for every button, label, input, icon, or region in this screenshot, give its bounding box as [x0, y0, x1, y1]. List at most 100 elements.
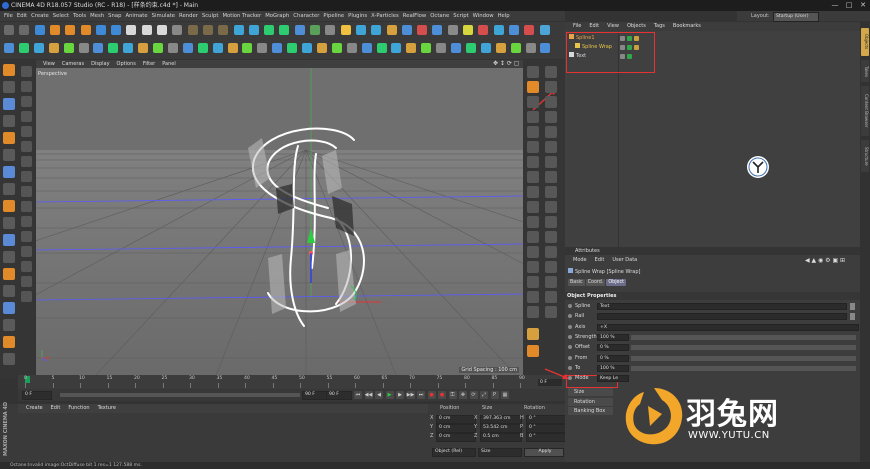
- timeline-ruler[interactable]: 0 F 0 5 10 15 20 25 30 35 40 45 50 55 60 65 70 75 80 85 90: [18, 375, 565, 389]
- deformer-a-icon-11[interactable]: [527, 231, 539, 243]
- coord-pos-y[interactable]: 0 cm: [436, 424, 476, 433]
- effector-f-icon[interactable]: [212, 43, 223, 53]
- deformer-b-icon-0[interactable]: [545, 66, 557, 78]
- nurbs-icon[interactable]: [264, 25, 275, 35]
- array-icon[interactable]: [279, 25, 290, 35]
- plugin-i-icon[interactable]: [524, 25, 535, 35]
- key-icon[interactable]: ⚿: [448, 391, 457, 399]
- menu-script[interactable]: Script: [453, 11, 468, 21]
- deformer-b-icon-7[interactable]: [545, 171, 557, 183]
- coord-pos-x[interactable]: 0 cm: [436, 415, 476, 424]
- deformer-a-icon-8[interactable]: [527, 186, 539, 198]
- tag-g-icon[interactable]: [316, 43, 327, 53]
- weld-tool-icon[interactable]: [21, 216, 32, 227]
- object-row-spline1[interactable]: Spline1: [569, 34, 595, 42]
- next-key-icon[interactable]: ▶▶: [406, 391, 415, 399]
- record-icon[interactable]: ●: [427, 391, 436, 399]
- add-tool-icon[interactable]: [111, 25, 122, 35]
- keyframe-dot-icon[interactable]: [568, 355, 572, 360]
- attributes-menu-user-data[interactable]: User Data: [612, 257, 637, 263]
- extrude-tool-icon[interactable]: [21, 186, 32, 197]
- scale-tool-icon[interactable]: [21, 111, 32, 122]
- menu-file[interactable]: File: [4, 11, 13, 21]
- polygons-mode-icon[interactable]: [3, 149, 15, 161]
- edit-icon[interactable]: [18, 43, 29, 53]
- render-material-icon[interactable]: [527, 328, 539, 340]
- attributes-menu-mode[interactable]: Mode: [573, 257, 587, 263]
- scale-key-icon[interactable]: ⤢: [480, 391, 488, 399]
- deformer-a-icon-7[interactable]: [527, 171, 539, 183]
- deformer-b-icon-12[interactable]: [545, 246, 557, 258]
- deformer-b-icon-2[interactable]: [545, 96, 557, 108]
- spline-mode-icon[interactable]: [3, 285, 15, 297]
- mograph-c-icon[interactable]: [93, 43, 104, 53]
- frame-range-slider[interactable]: [60, 393, 300, 397]
- deformer-a-icon-9[interactable]: [527, 201, 539, 213]
- tag-i-icon[interactable]: [346, 43, 357, 53]
- grid-icon[interactable]: [3, 353, 15, 365]
- tag-h-icon[interactable]: [331, 43, 342, 53]
- deformer-a-icon-3[interactable]: [527, 111, 539, 123]
- axis-mode-icon[interactable]: [3, 166, 15, 178]
- keyframe-dot-icon[interactable]: [568, 365, 572, 370]
- z-axis-icon[interactable]: [157, 25, 167, 35]
- enable-snap-icon[interactable]: [3, 200, 15, 212]
- deformer-icon[interactable]: [294, 25, 305, 35]
- first-frame-icon[interactable]: ⏮: [354, 391, 362, 399]
- octane-live-icon[interactable]: [527, 345, 539, 357]
- scale-icon[interactable]: [65, 25, 76, 35]
- attributes-nav-icons[interactable]: ◀ ▲ ◉ ⚙ ▣ ⊞: [805, 257, 857, 265]
- prev-frame-icon[interactable]: ◀: [375, 391, 383, 399]
- keyframe-dot-icon[interactable]: [568, 376, 572, 381]
- scene-icon[interactable]: [310, 25, 320, 35]
- deformer-a-icon-5[interactable]: [527, 141, 539, 153]
- deformer-a-icon-14[interactable]: [527, 276, 539, 288]
- deformer-b-icon-3[interactable]: [545, 111, 557, 123]
- deformer-b-icon-15[interactable]: [545, 291, 557, 303]
- param-key-icon[interactable]: P: [490, 391, 499, 399]
- x-axis-icon[interactable]: [126, 25, 137, 35]
- object-menu-objects[interactable]: Objects: [627, 23, 646, 29]
- object-menu-edit[interactable]: Edit: [589, 23, 599, 29]
- effector-c-icon[interactable]: [167, 43, 178, 53]
- side-tab-takes[interactable]: Takes: [861, 60, 869, 82]
- section-size[interactable]: Size: [568, 388, 613, 396]
- menu-realflow[interactable]: RealFlow: [403, 11, 427, 21]
- object-row-spline-wrap[interactable]: Spline Wrap: [575, 43, 612, 51]
- deformer-a-icon-12[interactable]: [527, 246, 539, 258]
- y-axis-icon[interactable]: [141, 25, 152, 35]
- viewport-menu-panel[interactable]: Panel: [162, 61, 176, 67]
- prop-slider-offset[interactable]: [631, 345, 856, 351]
- bridge-tool-icon[interactable]: [21, 201, 32, 212]
- plugin-e-icon[interactable]: [447, 25, 458, 35]
- workplane-lock-icon[interactable]: [3, 234, 15, 246]
- deformer-b-icon-13[interactable]: [545, 261, 557, 273]
- coord-size-x[interactable]: 397.363 cm: [480, 415, 522, 424]
- tag-u-icon[interactable]: [525, 43, 536, 53]
- psr-icon[interactable]: [478, 25, 489, 35]
- apply-button[interactable]: Apply: [524, 448, 564, 457]
- rotate-key-icon[interactable]: ⟳: [469, 391, 478, 399]
- attr-tab-object[interactable]: Object: [606, 279, 627, 286]
- material-menu-function[interactable]: Function: [68, 405, 89, 411]
- tag-f-icon[interactable]: [302, 43, 312, 53]
- tag-icon[interactable]: [634, 45, 639, 50]
- minimize-button[interactable]: —: [828, 0, 842, 11]
- tag-icon[interactable]: [634, 36, 639, 41]
- tag-n-icon[interactable]: [421, 43, 432, 53]
- prop-slider-from[interactable]: [631, 355, 856, 361]
- object-row-text[interactable]: Text: [569, 52, 586, 60]
- live-select-icon[interactable]: [4, 43, 14, 53]
- deformer-a-icon-1[interactable]: [527, 81, 539, 93]
- tag-s-icon[interactable]: [495, 43, 506, 53]
- side-tab-objects[interactable]: Objects: [861, 28, 869, 56]
- layer-icon[interactable]: [3, 319, 15, 331]
- plugin-c-icon[interactable]: [417, 25, 428, 35]
- enable-check-icon[interactable]: [627, 45, 632, 50]
- menu-window[interactable]: Window: [473, 11, 494, 21]
- coord-system-icon[interactable]: [172, 25, 183, 35]
- menu-snap[interactable]: Snap: [108, 11, 121, 21]
- coord-rot-h[interactable]: 0 °: [526, 415, 566, 424]
- menu-motion-tracker[interactable]: Motion Tracker: [222, 11, 261, 21]
- menu-edit[interactable]: Edit: [17, 11, 27, 21]
